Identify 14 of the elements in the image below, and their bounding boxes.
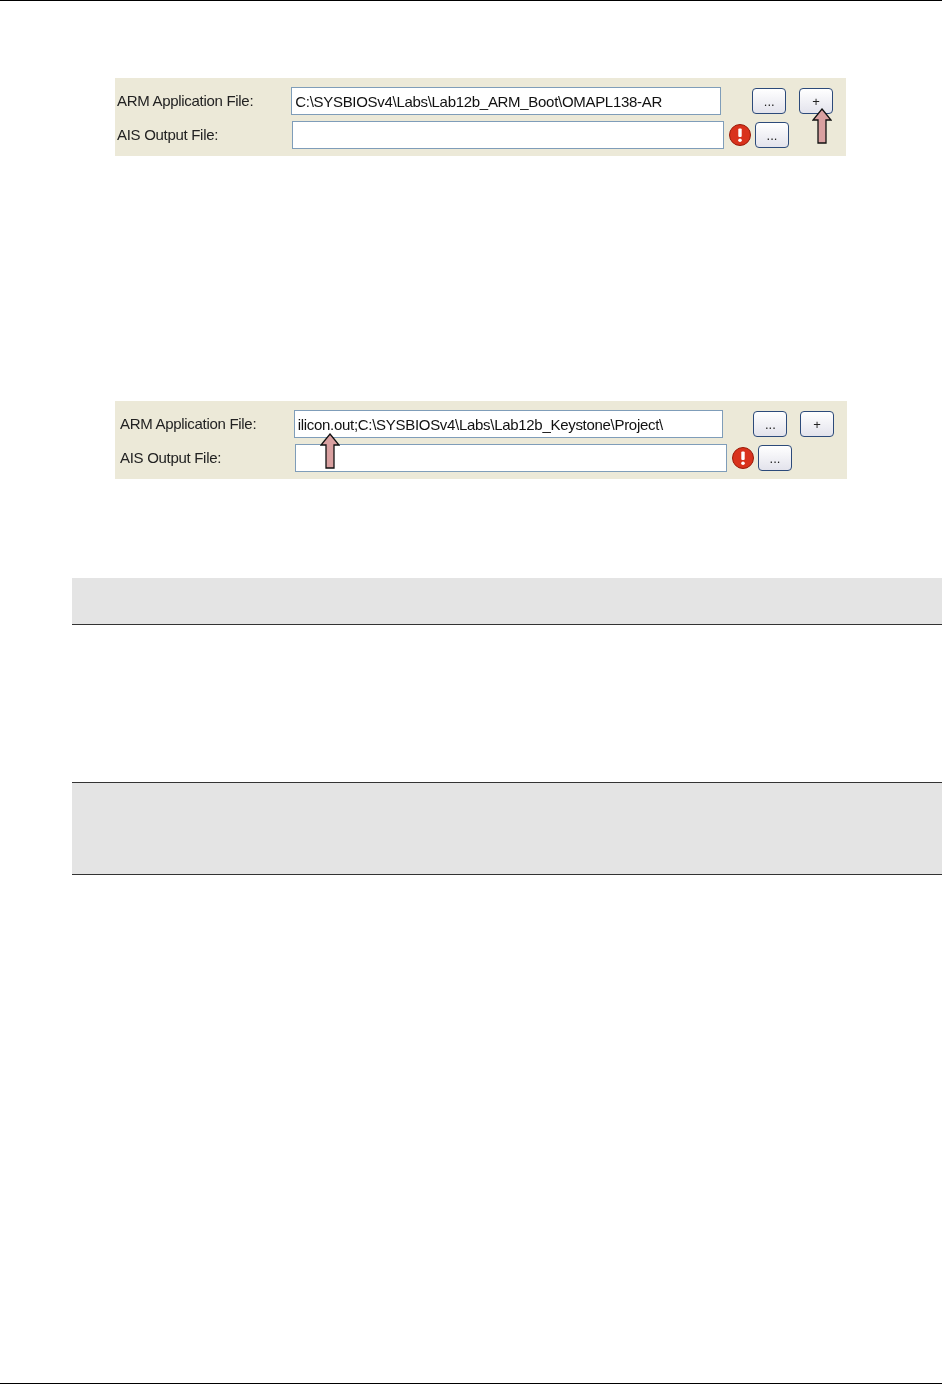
field-label: ARM Application File: bbox=[120, 413, 258, 434]
add-button[interactable]: + bbox=[799, 88, 833, 114]
browse-button[interactable]: ... bbox=[758, 445, 792, 471]
field-label: AIS Output File: bbox=[117, 124, 220, 145]
browse-button[interactable]: ... bbox=[753, 411, 788, 437]
input-field[interactable]: ilicon.out;C:\SYSBIOSv4\Labs\Lab12b_Keystone\Project\ bbox=[293, 410, 723, 438]
browse-button[interactable]: ... bbox=[755, 122, 789, 148]
input-field[interactable]: C:\SYSBIOSv4\Labs\Lab12b_ARM_Boot\OMAPL138-AR bbox=[291, 87, 722, 115]
browse-button[interactable]: ... bbox=[752, 88, 787, 114]
field-label: AIS Output File: bbox=[120, 447, 223, 468]
input-field[interactable] bbox=[292, 121, 724, 149]
input-field[interactable] bbox=[295, 444, 727, 472]
add-button[interactable]: + bbox=[800, 411, 834, 437]
field-label: ARM Application File: bbox=[117, 90, 255, 111]
